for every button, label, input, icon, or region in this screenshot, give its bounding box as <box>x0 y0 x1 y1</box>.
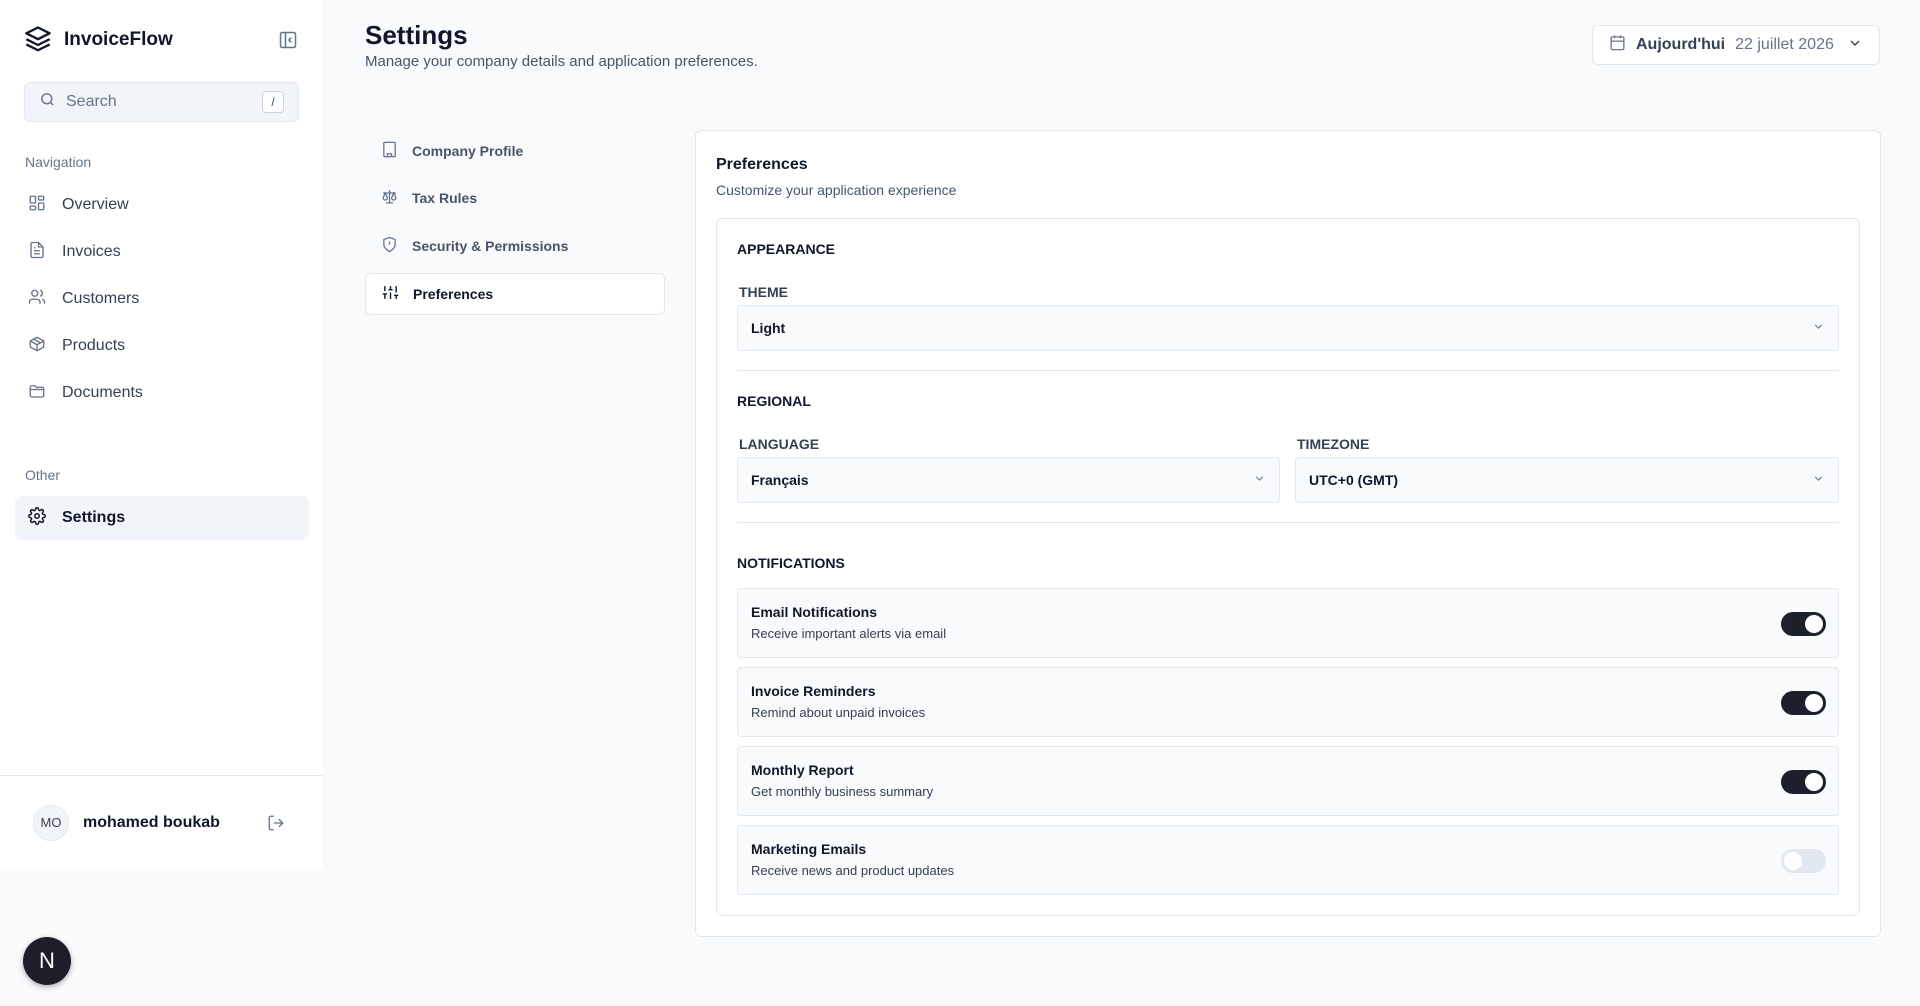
building-icon <box>381 141 398 161</box>
language-select[interactable]: Français <box>737 457 1280 503</box>
marketing-emails-toggle[interactable] <box>1781 849 1826 873</box>
package-icon <box>28 335 46 358</box>
sidebar-item-label: Invoices <box>62 243 121 260</box>
card-title: Preferences <box>716 156 808 173</box>
notification-desc: Receive important alerts via email <box>751 626 947 641</box>
tab-preferences[interactable]: Preferences <box>365 273 665 315</box>
appearance-heading: APPEARANCE <box>737 241 836 257</box>
calendar-icon <box>1609 34 1626 56</box>
folder-icon <box>28 382 46 405</box>
sidebar-item-overview[interactable]: Overview <box>15 183 309 227</box>
sidebar-item-label: Settings <box>62 509 126 526</box>
timezone-label: TIMEZONE <box>1297 436 1370 452</box>
toggle-knob <box>1805 694 1823 712</box>
sidebar-item-label: Overview <box>62 196 129 213</box>
theme-value: Light <box>751 320 786 336</box>
notifications-heading: NOTIFICATIONS <box>737 555 845 571</box>
page-subtitle: Manage your company details and applicat… <box>365 53 758 70</box>
sidebar-item-label: Documents <box>62 384 143 401</box>
sidebar-item-settings[interactable]: Settings <box>15 496 309 540</box>
notification-desc: Receive news and product updates <box>751 863 955 878</box>
search-shortcut-key: / <box>262 91 284 113</box>
tab-label: Security & Permissions <box>412 238 569 254</box>
date-value: 22 juillet 2026 <box>1735 36 1834 53</box>
invoice-reminders-toggle[interactable] <box>1781 691 1826 715</box>
toggle-knob <box>1784 852 1802 870</box>
regional-heading: REGIONAL <box>737 393 811 409</box>
user-name: mohamed boukab <box>83 813 220 831</box>
page-title: Settings <box>365 20 468 50</box>
theme-label: THEME <box>739 284 788 300</box>
search-input[interactable]: Search / <box>24 82 299 122</box>
app-root: InvoiceFlow Search / Navigation Overview… <box>0 0 1920 1006</box>
chevron-down-icon <box>1812 320 1825 336</box>
notification-title: Invoice Reminders <box>751 683 876 699</box>
sidebar-item-documents[interactable]: Documents <box>15 371 309 415</box>
tab-label: Tax Rules <box>412 190 478 206</box>
monthly-report-toggle[interactable] <box>1781 770 1826 794</box>
grid-icon <box>28 194 46 217</box>
users-icon <box>28 288 46 311</box>
sidebar-item-customers[interactable]: Customers <box>15 277 309 321</box>
tab-label: Company Profile <box>412 143 524 159</box>
sidebar: InvoiceFlow Search / Navigation Overview… <box>0 0 323 869</box>
notification-title: Monthly Report <box>751 762 854 778</box>
shield-icon <box>381 236 398 256</box>
tab-label: Preferences <box>413 286 494 302</box>
file-text-icon <box>28 241 46 264</box>
logout-icon[interactable] <box>265 812 287 834</box>
brand-name: InvoiceFlow <box>64 29 173 50</box>
scale-icon <box>381 188 398 208</box>
search-placeholder: Search <box>66 93 117 110</box>
timezone-select[interactable]: UTC+0 (GMT) <box>1295 457 1839 503</box>
sidebar-item-label: Customers <box>62 290 140 307</box>
chevron-down-icon <box>1812 472 1825 488</box>
tab-tax-rules[interactable]: Tax Rules <box>365 177 665 219</box>
chevron-down-icon <box>1847 35 1863 56</box>
notification-desc: Get monthly business summary <box>751 784 934 799</box>
email-notifications-toggle[interactable] <box>1781 612 1826 636</box>
theme-select[interactable]: Light <box>737 305 1839 351</box>
avatar[interactable]: MO <box>33 804 69 841</box>
sidebar-item-label: Products <box>62 337 126 354</box>
divider <box>737 522 1839 523</box>
sliders-icon <box>382 284 399 304</box>
notification-row-invoice-reminders: Invoice Reminders Remind about unpaid in… <box>737 667 1839 737</box>
language-label: LANGUAGE <box>739 436 820 452</box>
preferences-card: Preferences Customize your application e… <box>695 130 1881 937</box>
notification-desc: Remind about unpaid invoices <box>751 705 926 720</box>
tab-company-profile[interactable]: Company Profile <box>365 130 665 172</box>
brand[interactable]: InvoiceFlow <box>24 24 173 56</box>
notification-row-marketing: Marketing Emails Receive news and produc… <box>737 825 1839 895</box>
gear-icon <box>28 506 46 530</box>
sidebar-collapse-icon[interactable] <box>276 28 300 52</box>
toggle-knob <box>1805 773 1823 791</box>
search-icon <box>39 91 56 113</box>
toggle-knob <box>1805 615 1823 633</box>
notification-title: Email Notifications <box>751 604 878 620</box>
date-picker[interactable]: Aujourd'hui 22 juillet 2026 <box>1592 25 1880 65</box>
sidebar-item-products[interactable]: Products <box>15 324 309 368</box>
tab-security-permissions[interactable]: Security & Permissions <box>365 225 665 267</box>
chevron-down-icon <box>1253 472 1266 488</box>
date-today-label: Aujourd'hui <box>1636 36 1726 53</box>
dev-tools-badge[interactable]: N <box>23 937 71 985</box>
notification-title: Marketing Emails <box>751 841 867 857</box>
notification-row-email: Email Notifications Receive important al… <box>737 588 1839 658</box>
nav-heading: Navigation <box>25 154 92 170</box>
card-subtitle: Customize your application experience <box>716 182 957 198</box>
sidebar-item-invoices[interactable]: Invoices <box>15 230 309 274</box>
preferences-form: APPEARANCE THEME Light REGIONAL LANGUAGE… <box>716 218 1860 916</box>
other-heading: Other <box>25 467 61 483</box>
timezone-value: UTC+0 (GMT) <box>1309 472 1399 488</box>
divider <box>737 370 1839 371</box>
notification-row-monthly-report: Monthly Report Get monthly business summ… <box>737 746 1839 816</box>
language-value: Français <box>751 472 809 488</box>
user-profile: MO mohamed boukab <box>0 775 323 869</box>
layers-logo-icon <box>24 24 52 57</box>
